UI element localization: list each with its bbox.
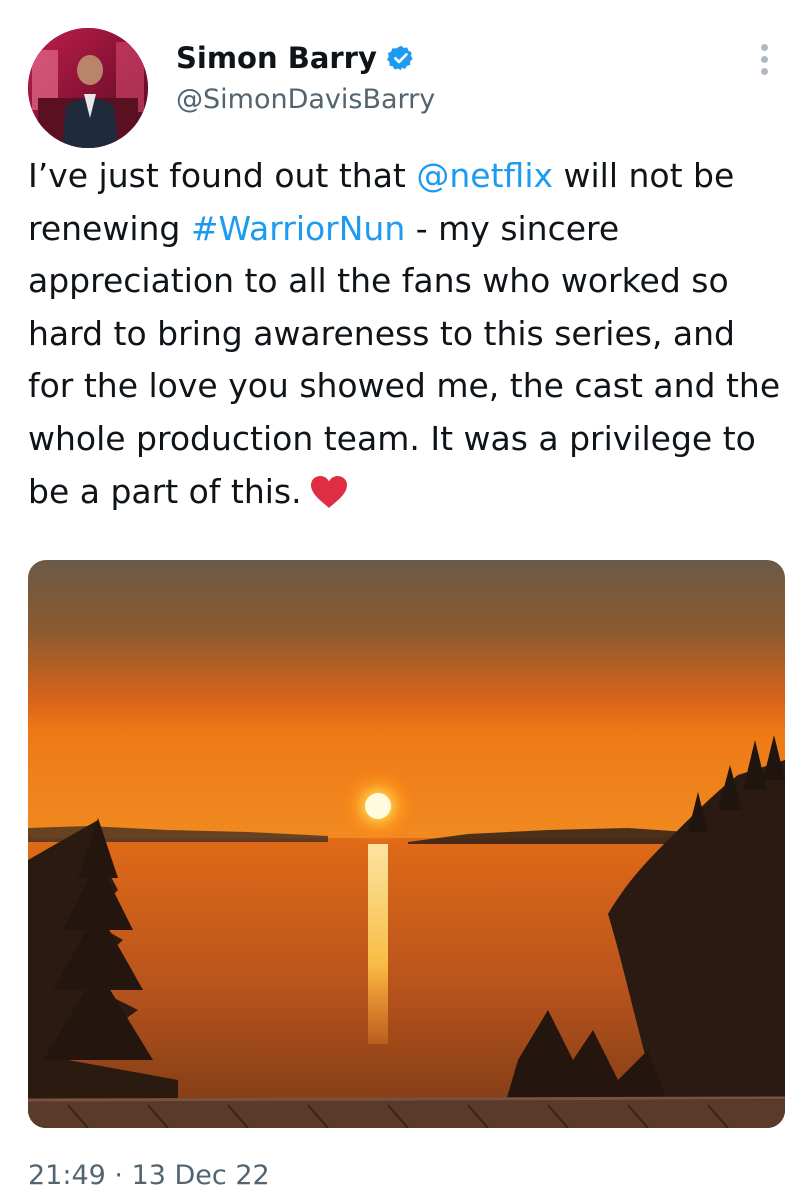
hashtag-link[interactable]: #WarriorNun <box>191 209 405 248</box>
verified-badge-icon <box>386 44 415 72</box>
tweet-timestamp[interactable]: 21:49 · 13 Dec 22 <box>28 1158 270 1194</box>
tweet-text: I’ve just found out that @netflix will n… <box>28 150 788 518</box>
display-name[interactable]: Simon Barry <box>176 40 377 76</box>
tweet-text-part: - my sincere appreciation to all the fan… <box>28 208 781 511</box>
tweet-header: Simon Barry @SimonDavisBarry <box>28 28 788 148</box>
tweet-date: 13 Dec 22 <box>131 1160 270 1191</box>
author-handle[interactable]: @SimonDavisBarry <box>176 82 435 118</box>
timestamp-separator: · <box>105 1160 132 1191</box>
avatar[interactable] <box>28 28 148 148</box>
author-info: Simon Barry @SimonDavisBarry <box>176 40 435 118</box>
tweet-text-part: I’ve just found out that <box>28 156 417 195</box>
display-name-row: Simon Barry <box>176 40 435 76</box>
mention-link[interactable]: @netflix <box>416 156 553 195</box>
tweet-photo[interactable] <box>28 560 785 1128</box>
red-heart-emoji-icon <box>308 473 350 509</box>
more-options-icon[interactable] <box>758 44 770 84</box>
tweet-time: 21:49 <box>28 1160 106 1191</box>
